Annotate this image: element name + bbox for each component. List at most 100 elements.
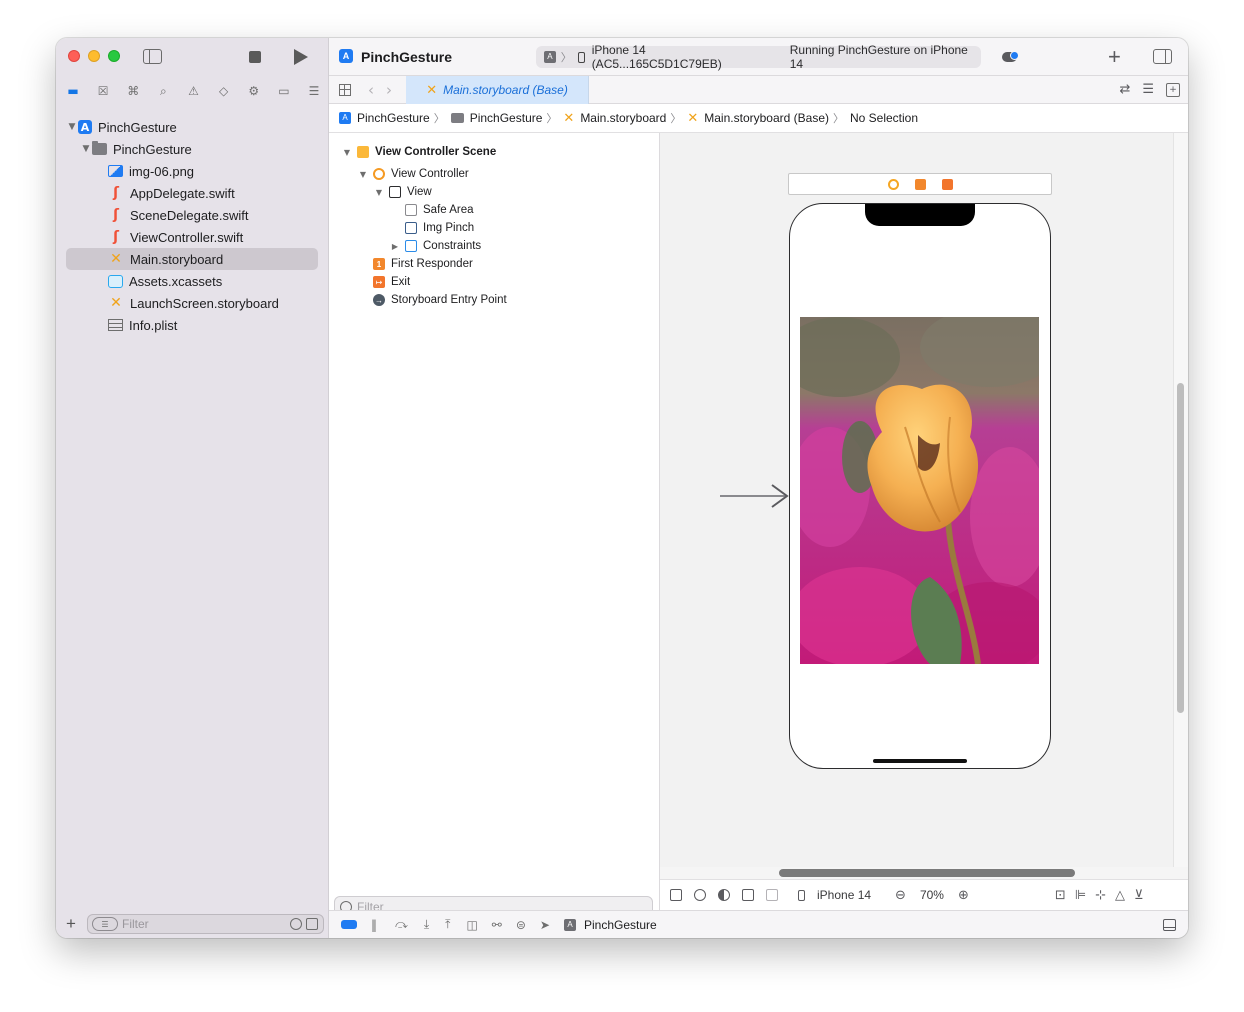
source-control-navigator-icon[interactable]: ☒ — [96, 84, 110, 98]
memory-graph-icon[interactable]: ⚯ — [492, 918, 502, 932]
add-file-icon[interactable]: + — [66, 914, 80, 934]
update-frames-icon[interactable]: ⊡ — [1055, 888, 1066, 903]
entry-point-arrow-icon[interactable] — [720, 481, 790, 511]
disclosure-expanded-icon[interactable]: ▼ — [341, 148, 353, 157]
zoom-out-icon[interactable]: ⊖ — [895, 888, 906, 903]
device-icon[interactable] — [798, 889, 805, 901]
size-class-icon[interactable] — [766, 889, 778, 901]
outline-row-safe-area[interactable]: Safe Area — [405, 201, 474, 219]
embed-in-icon[interactable]: ⊻ — [1134, 888, 1144, 903]
add-editor-icon[interactable]: + — [1166, 82, 1180, 97]
tree-item-file[interactable]: ʃ AppDelegate.swift — [66, 182, 318, 204]
forward-chevron-icon[interactable]: › — [386, 81, 392, 99]
tree-item-label: Assets.xcassets — [129, 273, 223, 289]
accessibility-icon[interactable] — [694, 889, 706, 901]
breadcrumb-item[interactable]: No Selection — [850, 111, 918, 125]
tree-item-file[interactable]: Info.plist — [66, 314, 318, 336]
tree-item-file-selected[interactable]: ✕ Main.storyboard — [66, 248, 318, 270]
library-plus-icon[interactable]: + — [1108, 44, 1121, 70]
view-controller-icon[interactable] — [887, 178, 899, 190]
debug-area-toggle-icon[interactable] — [1163, 918, 1176, 931]
step-into-icon[interactable]: ⤓ — [424, 917, 429, 932]
tree-item-file[interactable]: ✕ LaunchScreen.storyboard — [66, 292, 318, 314]
related-items-grid-icon[interactable] — [339, 84, 351, 96]
device-selector[interactable]: iPhone 14 — [817, 888, 871, 902]
debug-navigator-icon[interactable]: ⚙ — [247, 84, 261, 98]
add-constraints-icon[interactable]: ⊹ — [1095, 888, 1106, 903]
step-over-icon[interactable]: ⤼ — [395, 917, 408, 932]
disclosure-expanded-icon[interactable]: ▼ — [373, 188, 385, 197]
outline-row-scene[interactable]: ▼ View Controller Scene — [341, 143, 496, 161]
tree-item-file[interactable]: img-06.png — [66, 160, 318, 182]
back-chevron-icon[interactable]: ‹ — [368, 81, 374, 99]
recent-files-icon[interactable] — [290, 918, 302, 930]
disclosure-collapsed-icon[interactable]: ▶ — [389, 242, 401, 251]
step-out-icon[interactable]: ⤒ — [445, 917, 450, 932]
breadcrumb-item[interactable]: Main.storyboard — [580, 111, 666, 125]
zoom-window-button[interactable] — [108, 50, 120, 62]
outline-row-constraints[interactable]: ▶ Constraints — [389, 237, 481, 255]
minimize-window-button[interactable] — [88, 50, 100, 62]
breadcrumb-item[interactable]: PinchGesture — [470, 111, 543, 125]
tab-main-storyboard[interactable]: ✕ Main.storyboard (Base) — [406, 76, 589, 104]
tree-item-file[interactable]: ʃ SceneDelegate.swift — [66, 204, 318, 226]
tree-item-label: ViewController.swift — [130, 229, 244, 245]
outline-row-view[interactable]: ▼ View — [373, 183, 432, 201]
zoom-in-icon[interactable]: ⊕ — [958, 888, 969, 903]
simulate-location-icon[interactable]: ➤ — [540, 918, 550, 932]
app-icon: A — [78, 120, 92, 134]
outline-row-entry-point[interactable]: → Storyboard Entry Point — [373, 291, 507, 309]
source-control-filter-icon[interactable] — [306, 918, 318, 930]
pause-icon[interactable]: ‖ — [371, 918, 377, 932]
tree-item-group[interactable]: ▼ PinchGesture — [66, 138, 318, 160]
run-icon[interactable] — [294, 49, 308, 65]
folder-navigator-icon[interactable]: ▬ — [66, 84, 80, 98]
symbol-navigator-icon[interactable]: ⌘ — [126, 84, 140, 98]
run-destination[interactable]: iPhone 14 (AC5...165C5D1C79EB) — [592, 43, 776, 71]
cloud-status-icon[interactable] — [1002, 51, 1019, 62]
first-responder-icon[interactable] — [914, 178, 926, 190]
breakpoints-toggle-icon[interactable] — [341, 920, 357, 929]
outline-toggle-icon[interactable] — [670, 889, 682, 901]
filter-options-icon[interactable]: ☰ — [92, 917, 118, 931]
outline-row-exit[interactable]: ↦ Exit — [373, 273, 410, 291]
swap-arrows-icon[interactable]: ⇄ — [1119, 82, 1130, 97]
view-hierarchy-icon[interactable]: ◫ — [466, 918, 477, 932]
disclosure-expanded-icon[interactable]: ▼ — [66, 122, 78, 132]
tree-item-file[interactable]: Assets.xcassets — [66, 270, 318, 292]
outline-row-view-controller[interactable]: ▼ View Controller — [357, 165, 469, 183]
disclosure-expanded-icon[interactable]: ▼ — [357, 170, 369, 179]
storyboard-canvas[interactable] — [660, 133, 1188, 877]
vertical-scrollbar[interactable] — [1177, 383, 1184, 713]
img-pinch-image-view[interactable] — [800, 317, 1039, 664]
issue-navigator-icon[interactable]: ⚠ — [187, 84, 201, 98]
stop-icon[interactable] — [249, 51, 261, 63]
zoom-level[interactable]: 70% — [920, 888, 944, 902]
appearance-icon[interactable] — [718, 889, 730, 901]
exit-icon[interactable] — [941, 178, 953, 190]
tree-item-file[interactable]: ʃ ViewController.swift — [66, 226, 318, 248]
orientation-icon[interactable] — [742, 889, 754, 901]
breadcrumb-item[interactable]: PinchGesture — [357, 111, 430, 125]
navigator-filter-field[interactable]: ☰ Filter — [87, 914, 324, 934]
report-navigator-icon[interactable]: ☰ — [307, 84, 321, 98]
close-window-button[interactable] — [68, 50, 80, 62]
environment-overrides-icon[interactable]: ⊜ — [516, 918, 526, 932]
scheme-destination-selector[interactable]: A 〉 iPhone 14 (AC5...165C5D1C79EB) Runni… — [536, 43, 981, 71]
horizontal-scrollbar[interactable] — [779, 869, 1075, 877]
breakpoint-navigator-icon[interactable]: ▭ — [277, 84, 291, 98]
editor-options-icon[interactable]: ☰ — [1142, 82, 1154, 97]
tree-item-project[interactable]: ▼ A PinchGesture — [66, 116, 318, 138]
outline-row-first-responder[interactable]: 1 First Responder — [373, 255, 473, 273]
resolve-issues-icon[interactable]: △ — [1115, 888, 1125, 903]
find-navigator-icon[interactable]: ⌕ — [156, 84, 170, 98]
iphone-scene-view[interactable] — [789, 203, 1051, 769]
breadcrumb-item[interactable]: Main.storyboard (Base) — [704, 111, 829, 125]
disclosure-expanded-icon[interactable]: ▼ — [80, 144, 92, 154]
align-icon[interactable]: ⊫ — [1075, 888, 1086, 903]
inspector-toggle-icon[interactable] — [1153, 49, 1172, 64]
iphone-icon — [577, 51, 585, 63]
navigator-toggle-icon[interactable] — [143, 49, 162, 64]
test-navigator-icon[interactable]: ◇ — [217, 84, 231, 98]
outline-row-img-pinch[interactable]: Img Pinch — [405, 219, 474, 237]
